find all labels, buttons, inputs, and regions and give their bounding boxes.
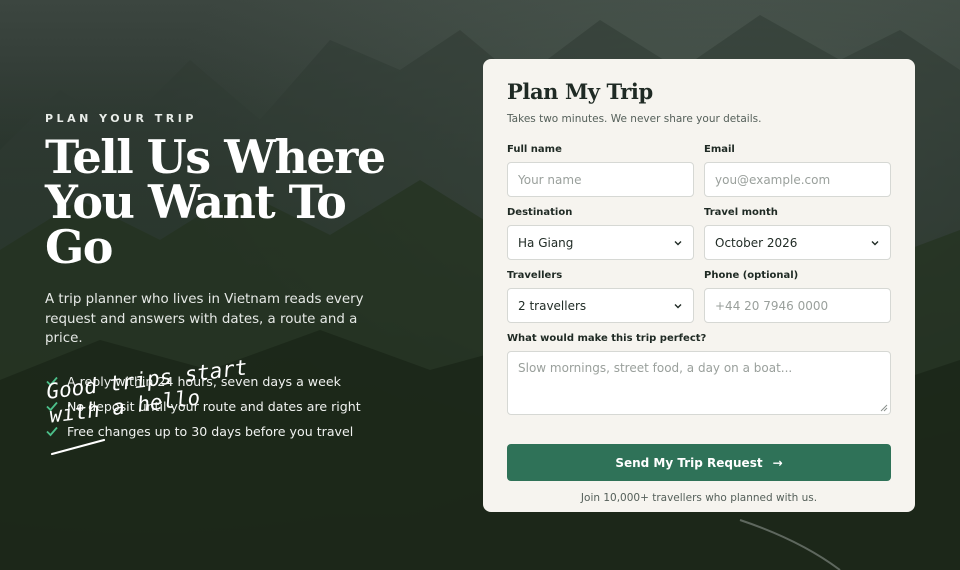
perfect-trip-label: What would make this trip perfect? bbox=[507, 333, 707, 344]
lead-paragraph: A trip planner who lives in Vietnam read… bbox=[45, 292, 364, 346]
destination-label: Destination bbox=[507, 207, 573, 218]
travellers-value: 2 travellers bbox=[518, 298, 587, 313]
phone-label: Phone (optional) bbox=[704, 270, 799, 281]
phone-input[interactable]: +44 20 7946 0000 bbox=[704, 288, 891, 323]
social-proof-note: Join 10,000+ travellers who planned with… bbox=[580, 492, 818, 504]
travel-month-select[interactable]: October 2026 bbox=[704, 225, 891, 260]
full-name-field: Full name Your name bbox=[507, 144, 694, 197]
arrow-right-icon: → bbox=[772, 455, 783, 470]
chevron-down-icon bbox=[871, 240, 879, 245]
destination-field: Destination Ha Giang bbox=[507, 207, 694, 260]
submit-label: Send My Trip Request bbox=[615, 455, 763, 470]
full-name-label: Full name bbox=[507, 144, 562, 155]
full-name-input[interactable]: Your name bbox=[507, 162, 694, 197]
travel-month-value: October 2026 bbox=[715, 235, 798, 250]
travellers-select[interactable]: 2 travellers bbox=[507, 288, 694, 323]
handwritten-underline bbox=[50, 438, 106, 456]
destination-select[interactable]: Ha Giang bbox=[507, 225, 694, 260]
email-input[interactable]: you@example.com bbox=[704, 162, 891, 197]
form-fields: Full name Your name Email you@example.co… bbox=[507, 144, 891, 425]
send-trip-request-button[interactable]: Send My Trip Request → bbox=[507, 444, 891, 481]
travel-month-field: Travel month October 2026 bbox=[704, 207, 891, 260]
chevron-down-icon bbox=[674, 303, 682, 308]
form-title: Plan My Trip bbox=[507, 79, 653, 104]
page-headline: Tell Us Where You Want To Go bbox=[45, 134, 405, 270]
headline-line-2: You Want To Go bbox=[45, 175, 347, 274]
travel-month-label: Travel month bbox=[704, 207, 778, 218]
eyebrow-label: PLAN YOUR TRIP bbox=[45, 112, 197, 125]
perfect-trip-field: What would make this trip perfect? Slow … bbox=[507, 333, 891, 415]
resize-handle-icon[interactable] bbox=[880, 404, 888, 412]
perfect-trip-placeholder: Slow mornings, street food, a day on a b… bbox=[518, 361, 793, 375]
chevron-down-icon bbox=[674, 240, 682, 245]
travellers-label: Travellers bbox=[507, 270, 563, 281]
trip-request-form: Plan My Trip Takes two minutes. We never… bbox=[483, 59, 915, 512]
phone-field: Phone (optional) +44 20 7946 0000 bbox=[704, 270, 891, 323]
travellers-field: Travellers 2 travellers bbox=[507, 270, 694, 323]
perfect-trip-textarea[interactable]: Slow mornings, street food, a day on a b… bbox=[507, 351, 891, 415]
email-label: Email bbox=[704, 144, 735, 155]
destination-value: Ha Giang bbox=[518, 235, 574, 250]
form-subtitle: Takes two minutes. We never share your d… bbox=[507, 113, 762, 125]
email-field: Email you@example.com bbox=[704, 144, 891, 197]
